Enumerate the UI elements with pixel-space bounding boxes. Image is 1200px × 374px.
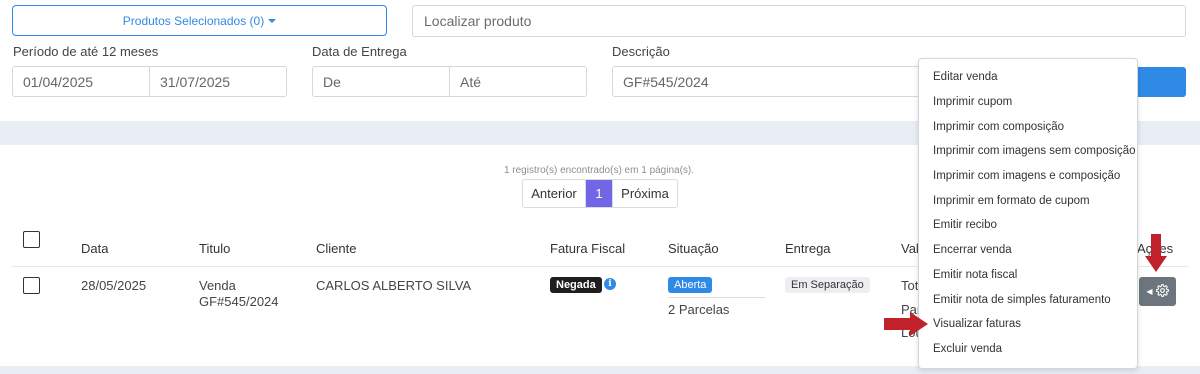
pager-page-1[interactable]: 1 [586, 180, 612, 207]
row-checkbox[interactable] [23, 277, 40, 294]
row-titulo-line2: GF#545/2024 [199, 294, 279, 309]
pager-next-button[interactable]: Próxima [612, 180, 677, 207]
caret-down-icon [268, 18, 277, 23]
search-product-input[interactable] [412, 5, 1186, 37]
row-cliente: CARLOS ALBERTO SILVA [316, 278, 472, 293]
select-all-checkbox[interactable] [23, 231, 40, 248]
fatura-status-badge: Negada [550, 277, 602, 293]
column-header-data[interactable]: Data [81, 241, 108, 256]
entrega-de-placeholder: De [323, 73, 341, 90]
column-header-fatura-fiscal[interactable]: Fatura Fiscal [550, 241, 625, 256]
menu-item-emitir-recibo[interactable]: Emitir recibo [919, 213, 1137, 238]
row-titulo-line1: Venda [199, 278, 236, 293]
menu-item-imprimir-cupom[interactable]: Imprimir cupom [919, 90, 1137, 115]
produtos-selecionados-label: Produtos Selecionados (0) [122, 13, 265, 28]
pager-previous-button[interactable]: Anterior [523, 180, 586, 207]
menu-item-imprimir-formato-cupom[interactable]: Imprimir em formato de cupom [919, 188, 1137, 213]
periodo-inicio-value: 01/04/2025 [23, 73, 94, 90]
periodo-fim-field[interactable]: 31/07/2025 [149, 66, 287, 97]
column-header-titulo[interactable]: Titulo [199, 241, 230, 256]
situacao-status-badge: Aberta [668, 277, 713, 293]
pagination: Anterior 1 Próxima [522, 179, 678, 208]
menu-item-emitir-nota-fiscal[interactable]: Emitir nota fiscal [919, 263, 1137, 288]
menu-item-excluir-venda[interactable]: Excluir venda [919, 337, 1137, 362]
menu-item-imprimir-composicao[interactable]: Imprimir com composição [919, 114, 1137, 139]
descricao-value: GF#545/2024 [623, 73, 709, 90]
menu-item-imprimir-imagens-composicao[interactable]: Imprimir com imagens e composição [919, 164, 1137, 189]
entrega-ate-field[interactable]: Até [449, 66, 587, 97]
row-data: 28/05/2025 [81, 278, 147, 293]
periodo-inicio-field[interactable]: 01/04/2025 [12, 66, 150, 97]
column-header-valor[interactable]: Val [901, 241, 919, 256]
arrow-down-annotation-icon [1145, 234, 1167, 272]
actions-dropdown-menu: Editar venda Imprimir cupom Imprimir com… [918, 58, 1138, 369]
menu-item-emitir-nota-simples-faturamento[interactable]: Emitir nota de simples faturamento [919, 287, 1137, 312]
entrega-ate-placeholder: Até [460, 73, 482, 90]
arrow-right-annotation-icon [884, 312, 928, 336]
menu-item-editar-venda[interactable]: Editar venda [919, 65, 1137, 90]
gear-icon [1155, 283, 1169, 300]
column-header-entrega[interactable]: Entrega [785, 241, 831, 256]
menu-item-imprimir-imagens-sem-composicao[interactable]: Imprimir com imagens sem composição [919, 139, 1137, 164]
periodo-fim-value: 31/07/2025 [160, 73, 231, 90]
produtos-selecionados-button[interactable]: Produtos Selecionados (0) [12, 5, 387, 36]
column-header-situacao[interactable]: Situação [668, 241, 719, 256]
situacao-divider [668, 297, 765, 298]
column-header-cliente[interactable]: Cliente [316, 241, 356, 256]
info-icon[interactable]: i [604, 278, 616, 290]
row-valor-line1: Tot [901, 278, 919, 293]
row-parcelas: 2 Parcelas [668, 302, 730, 317]
entrega-label: Data de Entrega [312, 44, 407, 59]
entrega-de-field[interactable]: De [312, 66, 450, 97]
actions-gear-button[interactable]: ◀ [1139, 277, 1176, 306]
entrega-status-badge: Em Separação [785, 277, 870, 293]
menu-item-visualizar-faturas[interactable]: Visualizar faturas [919, 312, 1137, 337]
menu-item-encerrar-venda[interactable]: Encerrar venda [919, 238, 1137, 263]
descricao-label: Descrição [612, 44, 670, 59]
periodo-label: Período de até 12 meses [13, 44, 159, 59]
caret-left-icon: ◀ [1146, 287, 1153, 296]
